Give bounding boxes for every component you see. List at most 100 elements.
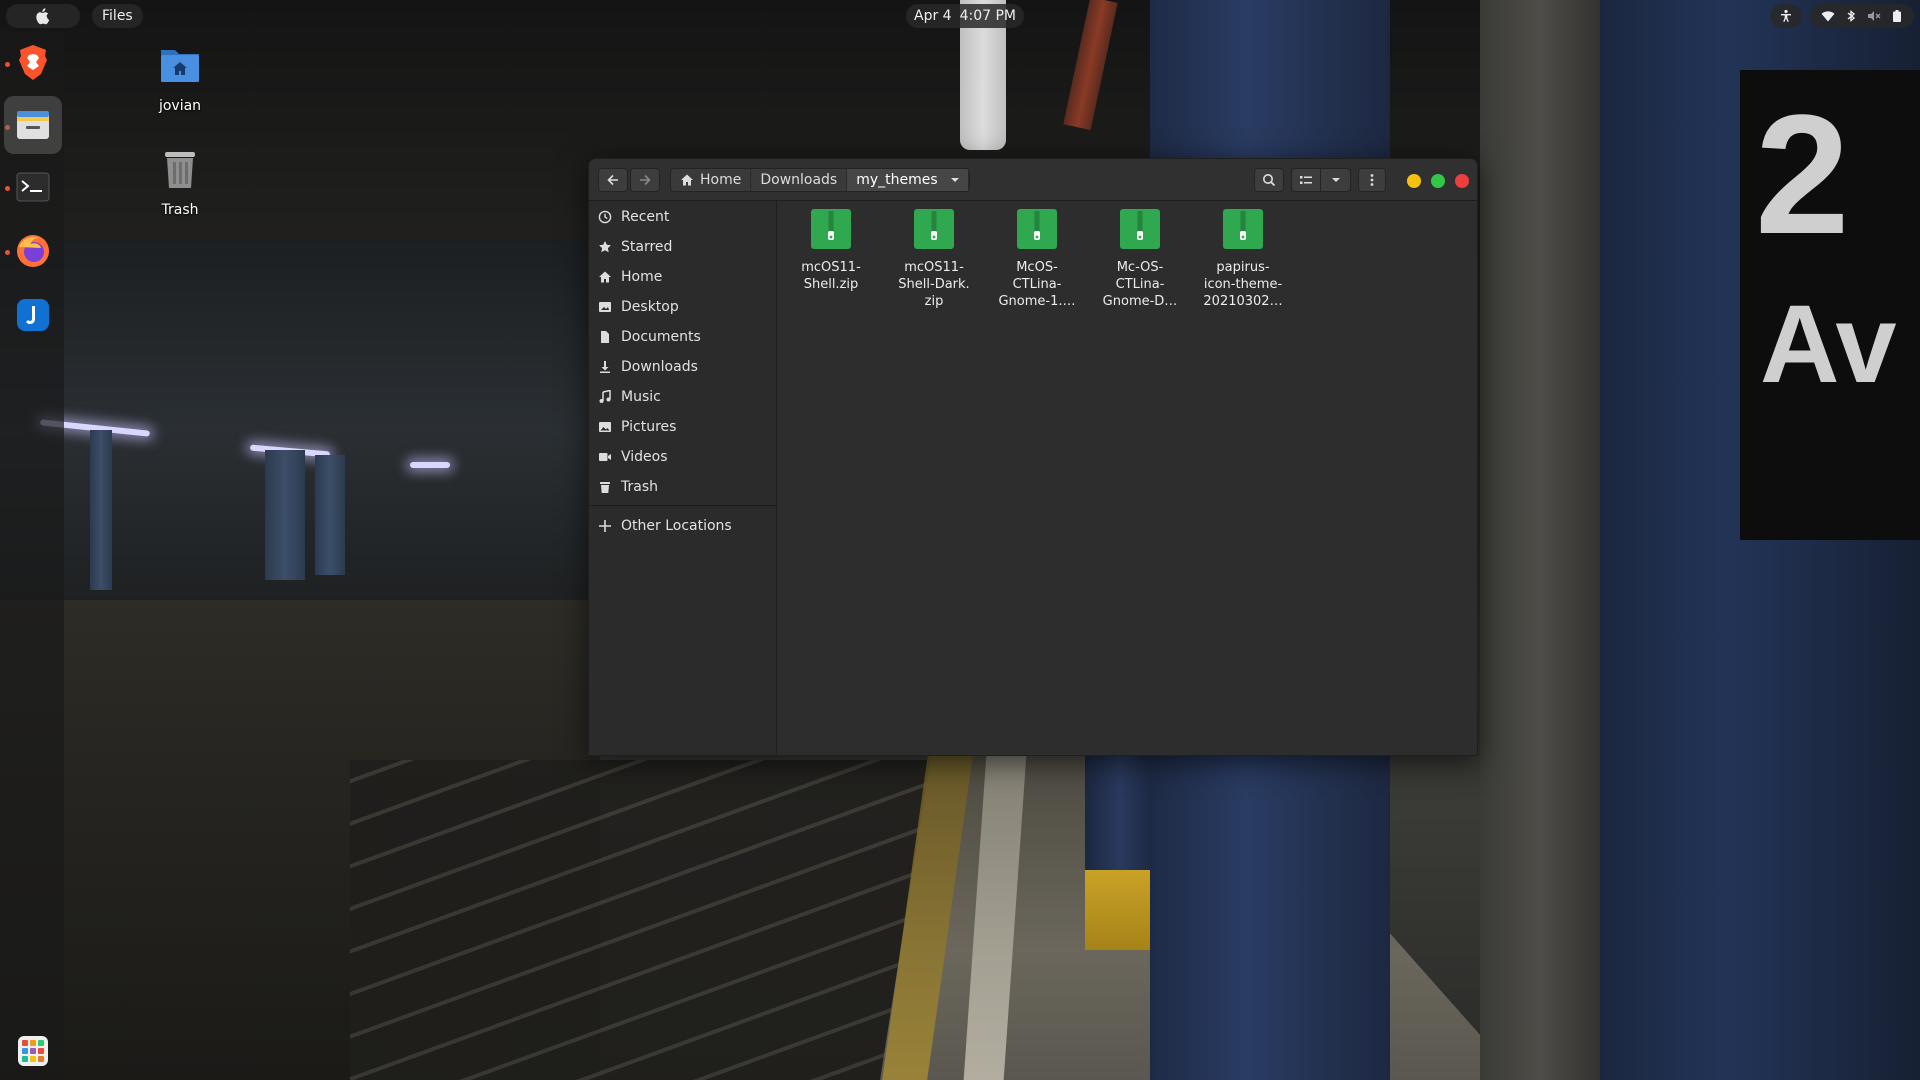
file-name-line: icon-theme- [1203,277,1283,292]
dock-item-show-applications[interactable] [4,1022,62,1080]
search-icon [1263,174,1276,187]
file-item[interactable]: mcOS11- Shell-Dark. zip [884,209,984,310]
sidebar-item-label: Other Locations [621,518,732,534]
view-options-button[interactable] [1321,175,1350,185]
file-name-line: McOS- [1016,260,1058,275]
home-icon [681,174,693,186]
file-name-line: papirus- [1216,260,1270,275]
breadcrumb-label: Home [700,172,742,188]
sidebar-item-downloads[interactable]: Downloads [589,352,777,382]
time-label: 4:07 PM [959,8,1016,24]
dock-item-joplin[interactable] [4,286,62,344]
sidebar-item-pictures[interactable]: Pictures [589,412,777,442]
sidebar-item-videos[interactable]: Videos [589,442,777,472]
zip-archive-icon [1017,209,1057,249]
date-label: Apr 4 [914,8,952,24]
wifi-icon [1821,11,1834,22]
desktop-icon-home[interactable]: jovian [130,42,230,114]
sidebar-item-label: Trash [621,479,658,495]
zip-archive-icon [1120,209,1160,249]
sidebar-item-starred[interactable]: Starred [589,232,777,262]
places-sidebar: Recent Starred Home Desktop Documents Do… [589,201,777,755]
bluetooth-icon [1847,10,1855,22]
breadcrumb-home[interactable]: Home [671,169,752,191]
volume-muted-icon [1867,11,1880,21]
breadcrumb-label: Downloads [760,172,838,188]
sidebar-item-music[interactable]: Music [589,382,777,412]
document-icon [601,331,609,343]
app-grid-icon [18,1036,48,1066]
file-name-line: Gnome-D… [1102,294,1178,309]
system-menu-button[interactable] [1810,4,1914,28]
sidebar-item-label: Starred [621,239,673,255]
desktop-icon-label: jovian [158,98,202,114]
desktop-icon-label: Trash [161,202,199,218]
sidebar-item-label: Recent [621,209,670,225]
file-item[interactable]: McOS- CTLina- Gnome-1.… [987,209,1087,310]
chevron-down-icon [950,178,959,182]
zip-archive-icon [811,209,851,249]
sidebar-item-recent[interactable]: Recent [589,202,777,232]
forward-button[interactable] [630,168,660,192]
joplin-icon [17,299,49,331]
dock-item-firefox[interactable] [4,222,62,280]
view-options-group [1291,168,1351,192]
breadcrumb: Home Downloads my_themes [670,168,970,192]
file-manager-window: Home Downloads my_themes Recent Starred … [588,158,1478,756]
sidebar-item-label: Pictures [621,419,677,435]
search-button[interactable] [1254,168,1284,192]
arrow-left-icon [607,174,618,186]
files-icon [17,111,49,139]
accessibility-menu-button[interactable] [1770,4,1802,28]
sidebar-item-documents[interactable]: Documents [589,322,777,352]
back-button[interactable] [598,168,628,192]
sidebar-item-trash[interactable]: Trash [589,472,777,502]
sidebar-item-label: Videos [621,449,668,465]
activities-button[interactable] [6,4,80,28]
menu-button[interactable] [1358,168,1386,192]
breadcrumb-downloads[interactable]: Downloads [751,169,848,191]
music-icon [599,390,611,403]
file-item[interactable]: Mc-OS- CTLina- Gnome-D… [1090,209,1190,310]
firefox-icon [17,235,49,267]
dock-item-files[interactable] [4,96,62,154]
picture-icon [599,422,611,432]
star-icon [599,241,611,253]
dock-item-terminal[interactable] [4,158,62,216]
close-button[interactable] [1455,174,1469,188]
sidebar-item-label: Desktop [621,299,679,315]
list-view-button[interactable] [1292,169,1322,191]
apple-logo-icon [36,8,50,25]
sidebar-separator [589,505,777,506]
file-name-line: mcOS11- [904,260,964,275]
clock-button[interactable]: Apr 4 4:07 PM [906,4,1024,28]
sidebar-item-label: Music [621,389,661,405]
file-name-line: Shell-Dark. [898,277,970,292]
file-name-line: Mc-OS- [1116,260,1164,275]
app-menu-button[interactable]: Files [92,4,143,28]
sidebar-item-label: Home [621,269,663,285]
chevron-down-icon [1331,178,1340,182]
breadcrumb-my-themes[interactable]: my_themes [847,169,969,191]
file-name-line: mcOS11- [801,260,861,275]
list-view-icon [1300,176,1312,184]
dock [0,32,64,1080]
header-bar: Home Downloads my_themes [589,159,1477,201]
zip-archive-icon [914,209,954,249]
file-item[interactable]: papirus- icon-theme- 20210302… [1193,209,1293,310]
minimize-button[interactable] [1407,174,1421,188]
file-item[interactable]: mcOS11- Shell.zip [781,209,881,293]
file-name-line: Shell.zip [803,277,859,292]
dock-item-brave[interactable] [4,34,62,92]
sidebar-item-desktop[interactable]: Desktop [589,292,777,322]
maximize-button[interactable] [1431,174,1445,188]
home-folder-icon [161,50,199,82]
desktop-icon-trash[interactable]: Trash [130,146,230,218]
video-icon [599,453,611,461]
home-icon [599,271,611,283]
arrow-right-icon [640,174,651,186]
battery-icon [1892,10,1901,22]
sidebar-item-home[interactable]: Home [589,262,777,292]
breadcrumb-label: my_themes [856,172,938,188]
sidebar-item-other-locations[interactable]: Other Locations [589,511,777,541]
